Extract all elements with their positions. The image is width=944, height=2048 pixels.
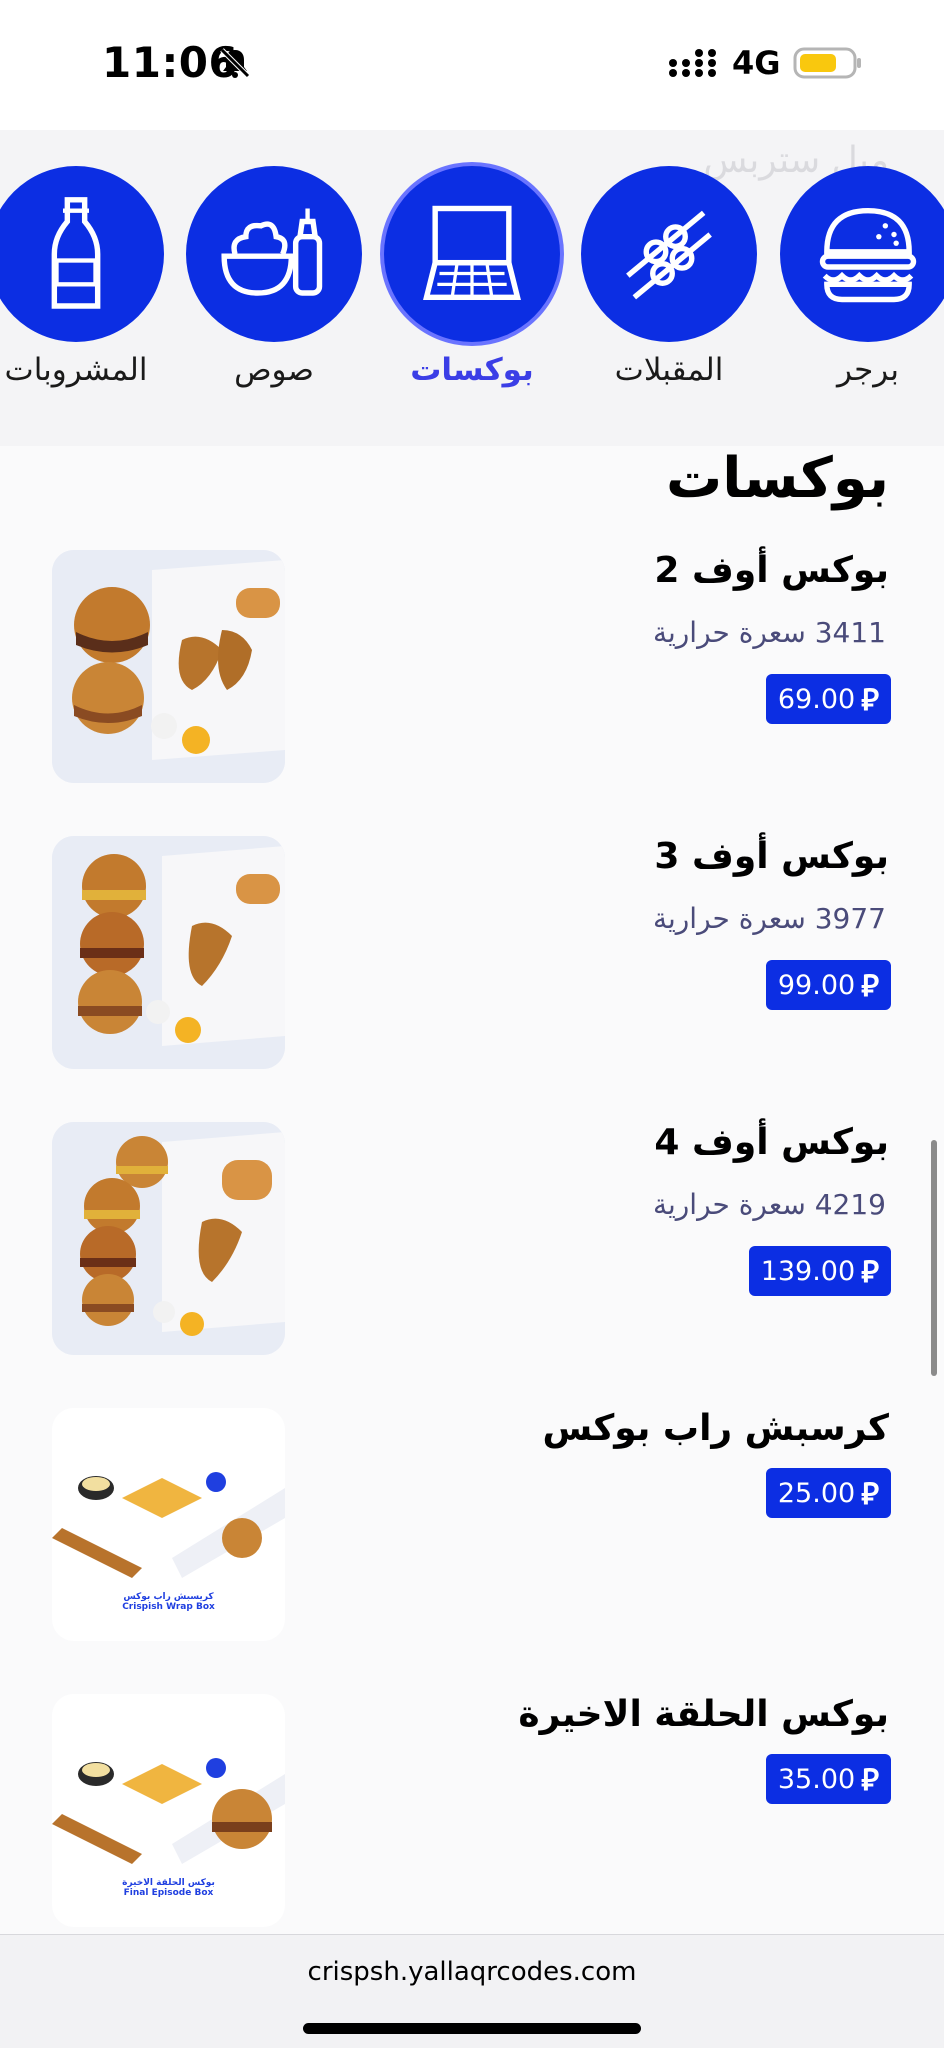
category-label: برجر (837, 352, 899, 388)
image-caption-en: Crispish Wrap Box (122, 1602, 215, 1612)
bottle-icon (0, 166, 164, 342)
url-text[interactable]: crispsh.yallaqrcodes.com (0, 1957, 944, 1987)
item-image (52, 836, 285, 1069)
category-appetizers[interactable]: المقبلات (581, 166, 757, 388)
price-value: 25.00 (777, 1477, 856, 1509)
menu-item[interactable]: كريسبش راب بوكس Crispish Wrap Box كرسبش … (0, 1408, 944, 1648)
menu-item[interactable]: بوكس أوف 3 3977 سعرة حرارية 99.00 ⃁ (0, 836, 944, 1076)
category-drinks[interactable]: المشروبات (0, 166, 164, 388)
price-value: 139.00 (760, 1255, 856, 1287)
item-calories: 3977 سعرة حرارية (652, 902, 886, 935)
category-sauces[interactable]: صوص (186, 166, 362, 388)
item-image: بوكس الحلقة الاخيرة Final Episode Box (52, 1694, 285, 1927)
category-burger[interactable]: برجر (780, 166, 944, 388)
sauce-icon (186, 166, 362, 342)
category-label: صوص (234, 352, 314, 388)
menu-item[interactable]: بوكس أوف 4 4219 سعرة حرارية 139.00 ⃁ (0, 1122, 944, 1362)
home-indicator[interactable] (303, 2023, 641, 2034)
burger-icon (780, 166, 944, 342)
price-badge: 25.00 ⃁ (765, 1468, 891, 1518)
menu-page: 11:06 4G ميل ستربس برجر المقبلات بوكسات … (0, 0, 944, 2048)
category-boxes[interactable]: بوكسات (384, 166, 560, 388)
riyal-icon: ⃁ (861, 682, 879, 718)
network-label: 4G (732, 44, 781, 82)
category-label: المقبلات (614, 352, 724, 388)
image-caption-ar: كريسبش راب بوكس (123, 1592, 214, 1602)
item-name: بوكس أوف 4 (654, 1122, 889, 1163)
item-image (52, 550, 285, 783)
price-badge: 69.00 ⃁ (765, 674, 891, 724)
status-bar: 11:06 4G (0, 0, 944, 130)
skewers-icon (581, 166, 757, 342)
item-calories: 4219 سعرة حرارية (652, 1188, 886, 1221)
price-badge: 99.00 ⃁ (765, 960, 891, 1010)
battery-icon (793, 47, 861, 79)
signal-icon (669, 49, 716, 77)
category-carousel[interactable]: ميل ستربس برجر المقبلات بوكسات صوص المشر… (0, 130, 944, 446)
item-image: كريسبش راب بوكس Crispish Wrap Box (52, 1408, 285, 1641)
price-badge: 139.00 ⃁ (748, 1246, 891, 1296)
category-label-active: بوكسات (410, 352, 534, 388)
item-name: كرسبش راب بوكس (542, 1408, 889, 1449)
item-name: بوكس أوف 3 (654, 836, 889, 877)
image-caption-ar: بوكس الحلقة الاخيرة (122, 1878, 215, 1888)
box-icon (384, 166, 560, 342)
item-name: بوكس أوف 2 (654, 550, 889, 591)
bell-muted-icon (220, 48, 250, 78)
section-title: بوكسات (666, 446, 889, 511)
price-value: 99.00 (777, 969, 856, 1001)
item-image (52, 1122, 285, 1355)
scrollbar[interactable] (931, 1140, 937, 1376)
riyal-icon: ⃁ (861, 1476, 879, 1512)
item-calories: 3411 سعرة حرارية (652, 616, 886, 649)
menu-item[interactable]: بوكس الحلقة الاخيرة Final Episode Box بو… (0, 1694, 944, 1934)
price-badge: 35.00 ⃁ (765, 1754, 891, 1804)
price-value: 69.00 (777, 683, 856, 715)
riyal-icon: ⃁ (861, 968, 879, 1004)
category-label: المشروبات (4, 352, 148, 388)
riyal-icon: ⃁ (861, 1762, 879, 1798)
item-name: بوكس الحلقة الاخيرة (518, 1694, 889, 1735)
image-caption-en: Final Episode Box (123, 1888, 214, 1898)
browser-address-bar[interactable]: crispsh.yallaqrcodes.com (0, 1934, 944, 2048)
price-value: 35.00 (777, 1763, 856, 1795)
menu-item[interactable]: بوكس أوف 2 3411 سعرة حرارية 69.00 ⃁ (0, 550, 944, 790)
riyal-icon: ⃁ (861, 1254, 879, 1290)
